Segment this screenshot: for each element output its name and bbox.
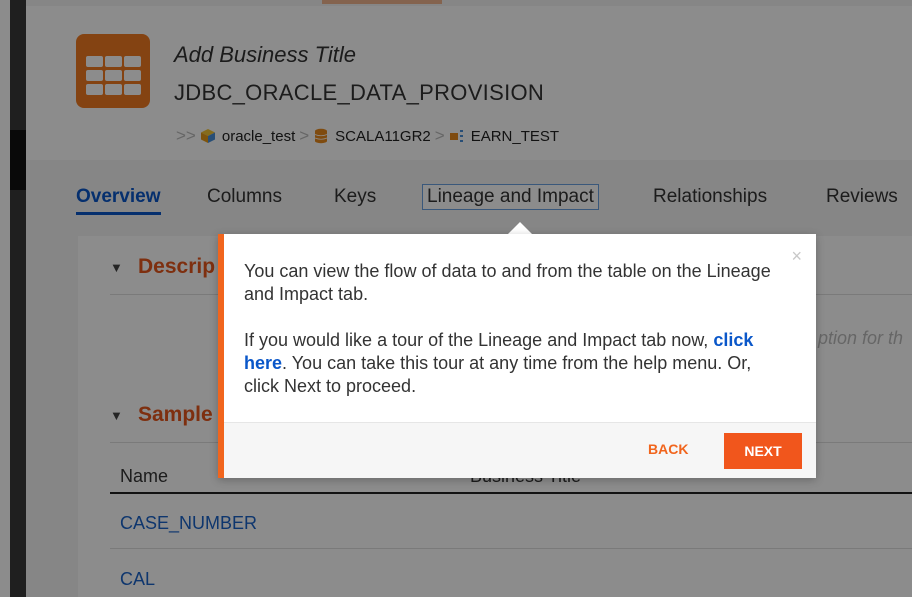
tour-pointer: [508, 222, 532, 234]
tour-popover: × You can view the flow of data to and f…: [218, 234, 816, 478]
back-button[interactable]: BACK: [648, 441, 688, 457]
next-button[interactable]: NEXT: [724, 433, 802, 469]
tour-text-line1: You can view the flow of data to and fro…: [244, 261, 771, 304]
tour-text-post: . You can take this tour at any time fro…: [244, 353, 752, 396]
tour-footer: BACK NEXT: [224, 422, 816, 478]
tour-text-pre: If you would like a tour of the Lineage …: [244, 330, 714, 350]
tour-message: You can view the flow of data to and fro…: [244, 260, 784, 398]
tour-text-line2: If you would like a tour of the Lineage …: [244, 329, 784, 398]
close-icon[interactable]: ×: [791, 246, 802, 267]
